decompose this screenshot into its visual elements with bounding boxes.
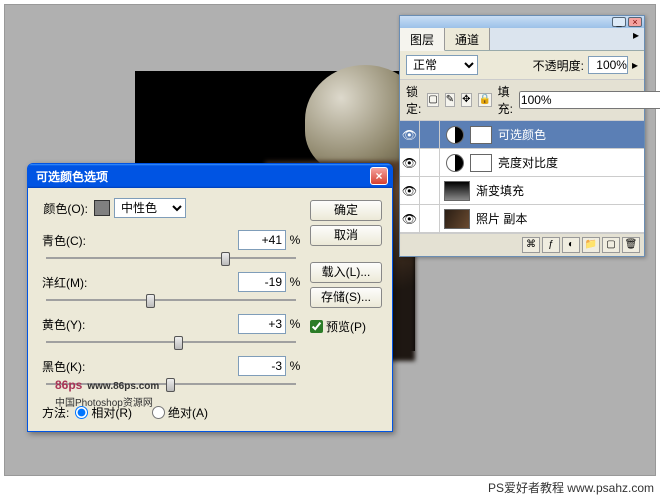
- visibility-icon[interactable]: 👁: [400, 205, 420, 232]
- layers-panel: _ × 图层 通道 ▸ 正常 不透明度: ▸ 锁定: ▢ ✎ ✥ 🔒 填充: ▸…: [399, 15, 645, 257]
- link-layers-icon[interactable]: ⌘: [522, 237, 540, 253]
- opacity-label: 不透明度:: [533, 57, 584, 74]
- lock-position-icon[interactable]: ✥: [461, 93, 471, 107]
- tab-channels[interactable]: 通道: [445, 28, 490, 50]
- visibility-icon[interactable]: 👁: [400, 177, 420, 204]
- new-group-icon[interactable]: 📁: [582, 237, 600, 253]
- gradient-thumb-icon: [444, 181, 470, 201]
- layer-row[interactable]: 👁 可选颜色: [400, 121, 644, 149]
- lock-label: 锁定:: [406, 83, 421, 117]
- layer-list: 👁 可选颜色 👁 亮度对比度 👁 渐变填充 👁: [400, 121, 644, 233]
- minimize-icon[interactable]: _: [612, 17, 626, 27]
- link-column[interactable]: [420, 149, 440, 176]
- preview-checkbox[interactable]: [310, 320, 323, 333]
- visibility-icon[interactable]: 👁: [400, 149, 420, 176]
- layer-name[interactable]: 可选颜色: [496, 126, 644, 143]
- panel-tabs: 图层 通道 ▸: [400, 28, 644, 51]
- tab-layers[interactable]: 图层: [400, 28, 445, 51]
- page-footer-text: PS爱好者教程 www.psahz.com: [488, 479, 654, 496]
- fill-label: 填充:: [498, 83, 513, 117]
- fill-input[interactable]: [519, 91, 660, 109]
- colors-label: 颜色(O):: [38, 200, 94, 217]
- percent-label: %: [286, 275, 304, 289]
- lock-pixels-icon[interactable]: ✎: [445, 93, 455, 107]
- panel-titlebar[interactable]: _ ×: [400, 16, 644, 28]
- lock-all-icon[interactable]: 🔒: [478, 93, 492, 107]
- delete-layer-icon[interactable]: 🗑: [622, 237, 640, 253]
- method-absolute-radio[interactable]: 绝对(A): [152, 404, 214, 421]
- opacity-input[interactable]: [588, 56, 628, 74]
- cyan-input[interactable]: [238, 230, 286, 250]
- close-icon[interactable]: ×: [628, 17, 642, 27]
- cancel-button[interactable]: 取消: [310, 225, 382, 246]
- panel-menu-icon[interactable]: ▸: [628, 28, 644, 50]
- selective-color-dialog: 可选颜色选项 × 颜色(O): 中性色 青色(C): % 洋红(M):: [27, 163, 393, 432]
- dialog-title: 可选颜色选项: [32, 168, 370, 185]
- layer-name[interactable]: 照片 副本: [474, 210, 644, 227]
- app-background: _ × 图层 通道 ▸ 正常 不透明度: ▸ 锁定: ▢ ✎ ✥ 🔒 填充: ▸…: [4, 4, 656, 476]
- visibility-icon[interactable]: 👁: [400, 121, 420, 148]
- layer-row[interactable]: 👁 渐变填充: [400, 177, 644, 205]
- layer-mask-button-icon[interactable]: ◐: [562, 237, 580, 253]
- load-button[interactable]: 载入(L)...: [310, 262, 382, 283]
- lock-row: 锁定: ▢ ✎ ✥ 🔒 填充: ▸: [400, 79, 644, 121]
- percent-label: %: [286, 317, 304, 331]
- close-icon[interactable]: ×: [370, 167, 388, 185]
- layer-mask-icon[interactable]: [470, 126, 492, 144]
- yellow-slider[interactable]: [46, 334, 296, 352]
- blend-row: 正常 不透明度: ▸: [400, 51, 644, 79]
- black-slider[interactable]: [46, 376, 296, 394]
- layer-style-icon[interactable]: ƒ: [542, 237, 560, 253]
- adjustment-icon: [446, 126, 464, 144]
- chevron-right-icon[interactable]: ▸: [632, 58, 638, 72]
- magenta-label: 洋红(M):: [38, 274, 102, 291]
- layer-name[interactable]: 亮度对比度: [496, 154, 644, 171]
- layer-row[interactable]: 👁 照片 副本: [400, 205, 644, 233]
- save-button[interactable]: 存储(S)...: [310, 287, 382, 308]
- lock-transparent-icon[interactable]: ▢: [427, 93, 438, 107]
- link-column[interactable]: [420, 177, 440, 204]
- cyan-slider[interactable]: [46, 250, 296, 268]
- method-label: 方法:: [42, 404, 69, 421]
- black-label: 黑色(K):: [38, 358, 102, 375]
- ok-button[interactable]: 确定: [310, 200, 382, 221]
- preview-label: 预览(P): [326, 318, 366, 335]
- layer-name[interactable]: 渐变填充: [474, 182, 644, 199]
- panel-footer: ⌘ ƒ ◐ 📁 ▢ 🗑: [400, 233, 644, 256]
- magenta-slider[interactable]: [46, 292, 296, 310]
- percent-label: %: [286, 359, 304, 373]
- yellow-label: 黄色(Y):: [38, 316, 102, 333]
- yellow-input[interactable]: [238, 314, 286, 334]
- black-input[interactable]: [238, 356, 286, 376]
- magenta-input[interactable]: [238, 272, 286, 292]
- colors-select[interactable]: 中性色: [114, 198, 186, 218]
- blend-mode-select[interactable]: 正常: [406, 55, 478, 75]
- layer-thumb-icon: [444, 209, 470, 229]
- percent-label: %: [286, 233, 304, 247]
- link-column[interactable]: [420, 205, 440, 232]
- layer-row[interactable]: 👁 亮度对比度: [400, 149, 644, 177]
- color-swatch: [94, 200, 110, 216]
- dialog-titlebar[interactable]: 可选颜色选项 ×: [28, 164, 392, 188]
- method-relative-radio[interactable]: 相对(R): [75, 404, 138, 421]
- link-column[interactable]: [420, 121, 440, 148]
- new-layer-icon[interactable]: ▢: [602, 237, 620, 253]
- cyan-label: 青色(C):: [38, 232, 102, 249]
- adjustment-icon: [446, 154, 464, 172]
- layer-mask-icon[interactable]: [470, 154, 492, 172]
